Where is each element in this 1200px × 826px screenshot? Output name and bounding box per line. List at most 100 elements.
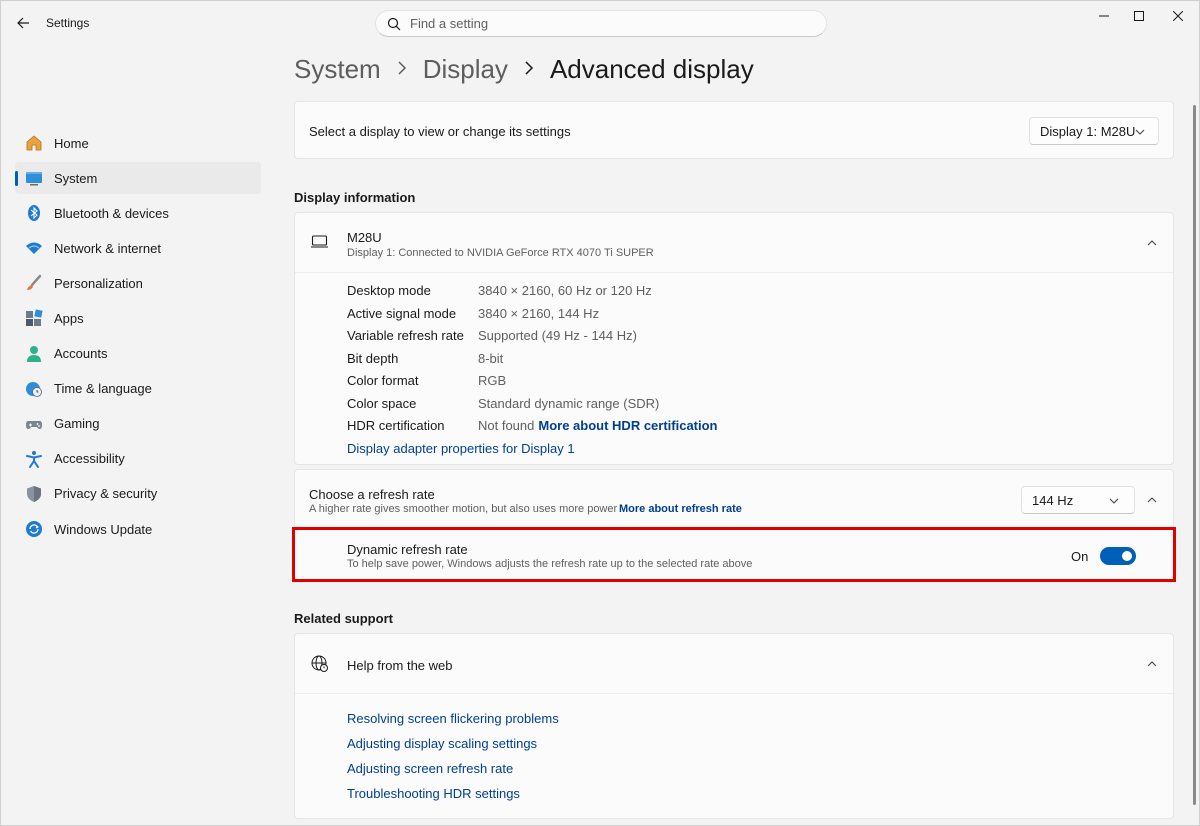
chevron-up-icon[interactable] xyxy=(1144,656,1160,672)
sidebar-item-label: Windows Update xyxy=(54,521,153,537)
refresh-rate-subtitle: A higher rate gives smoother motion, but… xyxy=(309,503,618,515)
info-label: Desktop mode xyxy=(347,282,431,298)
sidebar-item-label: Time & language xyxy=(54,381,152,397)
apps-icon xyxy=(25,309,43,327)
sidebar-item-personalization[interactable]: Personalization xyxy=(15,267,261,299)
close-icon xyxy=(1173,11,1183,21)
bluetooth-icon xyxy=(25,204,43,222)
title-bar: Settings xyxy=(1,1,1200,45)
person-icon xyxy=(25,345,43,363)
sidebar-item-system[interactable]: System xyxy=(15,162,261,195)
chevron-down-icon xyxy=(1106,493,1122,509)
info-row-bit-depth: Bit depth 8-bit xyxy=(347,348,503,368)
divider xyxy=(295,272,1173,273)
display-select-value: Display 1: M28U xyxy=(1040,123,1136,139)
hdr-certification-link[interactable]: More about HDR certification xyxy=(538,418,717,433)
accessibility-icon xyxy=(25,450,43,468)
home-icon xyxy=(25,134,43,152)
help-link-hdr[interactable]: Troubleshooting HDR settings xyxy=(347,786,520,801)
help-header[interactable]: Help from the web xyxy=(295,634,1173,693)
display-info-card: M28U Display 1: Connected to NVIDIA GeFo… xyxy=(294,212,1174,465)
divider xyxy=(295,693,1173,694)
info-label: Bit depth xyxy=(347,350,399,366)
help-link-flickering[interactable]: Resolving screen flickering problems xyxy=(347,711,559,726)
related-support-heading: Related support xyxy=(294,611,393,626)
monitor-icon xyxy=(311,235,329,252)
info-value: Not found xyxy=(478,417,535,433)
sidebar-item-label: System xyxy=(54,170,98,186)
info-value: 3840 × 2160, 60 Hz or 120 Hz xyxy=(478,282,652,298)
update-icon xyxy=(25,520,43,538)
back-button[interactable] xyxy=(11,11,35,35)
sidebar-item-accessibility[interactable]: Accessibility xyxy=(15,443,261,475)
info-row-variable-refresh-rate: Variable refresh rate Supported (49 Hz -… xyxy=(347,325,637,345)
maximize-icon xyxy=(1134,11,1144,21)
sidebar-item-label: Bluetooth & devices xyxy=(54,205,169,221)
sidebar-item-label: Gaming xyxy=(54,416,100,432)
close-button[interactable] xyxy=(1155,1,1200,31)
info-value: Supported (49 Hz - 144 Hz) xyxy=(478,327,637,343)
refresh-rate-link[interactable]: More about refresh rate xyxy=(619,503,742,515)
sidebar-item-home[interactable]: Home xyxy=(15,127,261,159)
info-value: Standard dynamic range (SDR) xyxy=(478,395,660,411)
system-icon xyxy=(25,169,43,187)
adapter-link-row: Display adapter properties for Display 1 xyxy=(347,438,575,458)
chevron-right-icon xyxy=(524,59,534,80)
sidebar-item-apps[interactable]: Apps xyxy=(15,302,261,334)
chevron-up-icon[interactable] xyxy=(1144,492,1160,508)
refresh-rate-title: Choose a refresh rate xyxy=(309,487,435,502)
sidebar-item-gaming[interactable]: Gaming xyxy=(15,408,261,440)
shield-icon xyxy=(25,485,43,503)
breadcrumb-display-link[interactable]: Display xyxy=(423,54,508,85)
refresh-rate-value: 144 Hz xyxy=(1032,492,1074,508)
sidebar-item-privacy-security[interactable]: Privacy & security xyxy=(15,478,261,510)
chevron-down-icon xyxy=(1132,124,1148,140)
display-info-heading: Display information xyxy=(294,190,416,205)
globe-clock-icon xyxy=(25,380,43,398)
breadcrumb: System Display Advanced display xyxy=(294,51,754,87)
chevron-right-icon xyxy=(397,59,407,80)
sidebar-item-label: Apps xyxy=(54,310,84,326)
search-icon xyxy=(386,16,402,32)
display-adapter-properties-link[interactable]: Display adapter properties for Display 1 xyxy=(347,441,575,456)
info-label: Variable refresh rate xyxy=(347,327,464,343)
display-select-label: Select a display to view or change its s… xyxy=(309,124,571,139)
display-info-header[interactable]: M28U Display 1: Connected to NVIDIA GeFo… xyxy=(295,213,1173,272)
info-row-hdr-certification: HDR certification Not found More about H… xyxy=(347,415,718,435)
search-input[interactable] xyxy=(410,16,790,31)
gamepad-icon xyxy=(25,415,43,433)
sidebar-item-windows-update[interactable]: Windows Update xyxy=(15,513,261,545)
info-label: HDR certification xyxy=(347,417,445,433)
search-box[interactable] xyxy=(375,10,827,37)
info-label: Color format xyxy=(347,372,419,388)
display-select-dropdown[interactable]: Display 1: M28U xyxy=(1029,117,1159,145)
info-value: 3840 × 2160, 144 Hz xyxy=(478,305,600,321)
info-value: 8-bit xyxy=(478,350,504,366)
globe-icon xyxy=(311,655,329,676)
monitor-subtitle: Display 1: Connected to NVIDIA GeForce R… xyxy=(347,247,654,259)
help-link-refresh-rate[interactable]: Adjusting screen refresh rate xyxy=(347,761,513,776)
brush-icon xyxy=(25,274,43,292)
breadcrumb-system-link[interactable]: System xyxy=(294,54,381,85)
back-arrow-icon xyxy=(17,17,29,29)
info-label: Color space xyxy=(347,395,417,411)
sidebar-item-label: Network & internet xyxy=(54,240,161,256)
help-link-scaling[interactable]: Adjusting display scaling settings xyxy=(347,736,537,751)
sidebar-item-label: Accounts xyxy=(54,346,108,362)
monitor-name: M28U xyxy=(347,230,382,245)
scrollbar[interactable] xyxy=(1193,105,1196,805)
wifi-icon xyxy=(25,239,43,257)
sidebar-item-accounts[interactable]: Accounts xyxy=(15,338,261,370)
highlight-box xyxy=(292,527,1176,582)
refresh-rate-dropdown[interactable]: 144 Hz xyxy=(1021,486,1135,514)
info-label: Active signal mode xyxy=(347,305,457,321)
chevron-up-icon[interactable] xyxy=(1144,235,1160,251)
help-title: Help from the web xyxy=(347,658,453,673)
sidebar-nav: Home System Bluetooth & devices Network … xyxy=(15,127,261,548)
sidebar-item-bluetooth[interactable]: Bluetooth & devices xyxy=(15,197,261,229)
info-row-color-format: Color format RGB xyxy=(347,370,506,390)
sidebar-item-time-language[interactable]: Time & language xyxy=(15,373,261,405)
sidebar-item-label: Accessibility xyxy=(54,451,125,467)
info-row-active-signal-mode: Active signal mode 3840 × 2160, 144 Hz xyxy=(347,303,599,323)
sidebar-item-network[interactable]: Network & internet xyxy=(15,232,261,264)
